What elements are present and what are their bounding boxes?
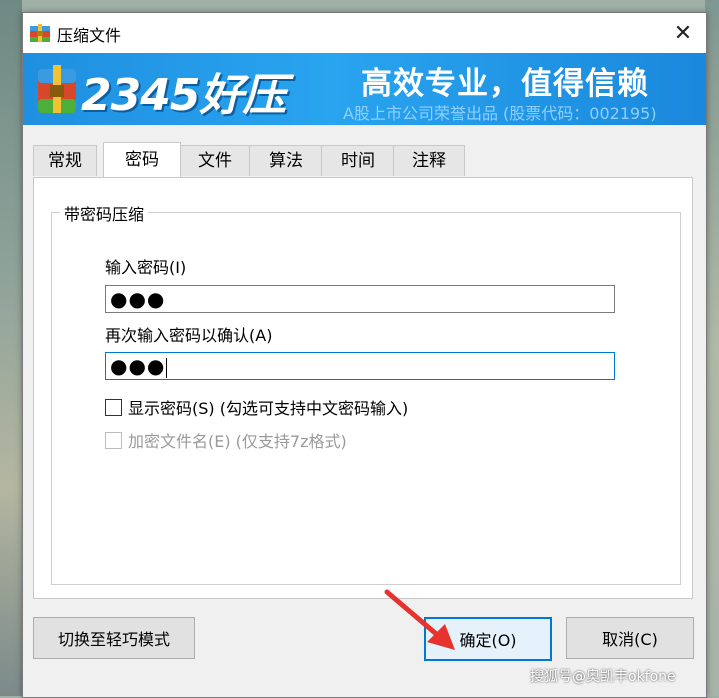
archive-app-icon	[30, 24, 50, 42]
desktop-background-left	[0, 0, 22, 696]
password-input[interactable]: ●●●	[105, 285, 615, 313]
tab-time[interactable]: 时间	[321, 145, 395, 176]
close-icon: ✕	[673, 20, 693, 46]
encrypt-filenames-checkbox-row: 加密文件名(E) (仅支持7z格式)	[105, 428, 347, 452]
confirm-password-input[interactable]: ●●●	[105, 352, 615, 380]
password-groupbox: 带密码压缩 输入密码(I) ●●● 再次输入密码以确认(A) ●●● 显示密码(…	[51, 201, 681, 585]
banner-brand-text: 2345好压	[81, 70, 286, 121]
password-label: 输入密码(I)	[105, 258, 187, 277]
watermark-text: 搜狐号@奥凯丰okfone	[530, 669, 676, 685]
tab-files[interactable]: 文件	[179, 145, 251, 176]
window-title: 压缩文件	[57, 26, 122, 45]
encrypt-filenames-checkbox	[105, 431, 122, 449]
show-password-label: 显示密码(S) (勾选可支持中文密码输入)	[128, 399, 409, 418]
banner-slogan: 高效专业，值得信赖	[361, 66, 649, 102]
tab-algorithm[interactable]: 算法	[249, 145, 323, 176]
show-password-checkbox-row[interactable]: 显示密码(S) (勾选可支持中文密码输入)	[105, 395, 408, 419]
confirm-password-label: 再次输入密码以确认(A)	[105, 326, 273, 345]
brand-banner: 2345好压 高效专业，值得信赖 A股上市公司荣誉出品 (股票代码：002195…	[23, 53, 706, 125]
close-button[interactable]: ✕	[660, 13, 706, 53]
banner-subtitle: A股上市公司荣誉出品 (股票代码：002195)	[343, 104, 657, 123]
text-caret	[166, 357, 168, 378]
password-tab-panel: 带密码压缩 输入密码(I) ●●● 再次输入密码以确认(A) ●●● 显示密码(…	[33, 177, 693, 599]
tab-comment[interactable]: 注释	[393, 145, 465, 176]
cancel-button[interactable]: 取消(C)	[566, 617, 694, 659]
desktop-background-right	[705, 0, 719, 696]
haozip-logo-icon	[38, 65, 76, 113]
groupbox-legend: 带密码压缩	[60, 201, 149, 225]
encrypt-filenames-label: 加密文件名(E) (仅支持7z格式)	[128, 432, 347, 451]
compress-dialog: 压缩文件 ✕ 2345好压 高效专业，值得信赖 A股上市公司荣誉出品 (股票代码…	[22, 12, 707, 698]
red-arrow-annotation-icon	[384, 589, 455, 650]
show-password-checkbox[interactable]	[105, 398, 122, 416]
password-masked-value: ●●●	[110, 287, 166, 311]
tab-password[interactable]: 密码	[103, 142, 181, 177]
switch-lite-mode-button[interactable]: 切换至轻巧模式	[33, 617, 195, 659]
tab-general[interactable]: 常规	[33, 145, 97, 176]
confirm-masked-value: ●●●	[110, 354, 166, 378]
title-bar[interactable]: 压缩文件 ✕	[23, 13, 706, 53]
